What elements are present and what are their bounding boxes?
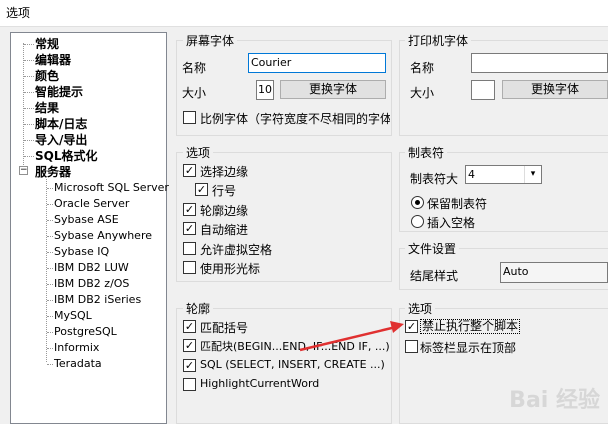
- annotation-arrow: [299, 321, 404, 352]
- watermark: Bai 经验: [509, 388, 600, 413]
- annotation-arrow-head: [390, 321, 404, 333]
- annotation-arrow-line: [299, 325, 397, 352]
